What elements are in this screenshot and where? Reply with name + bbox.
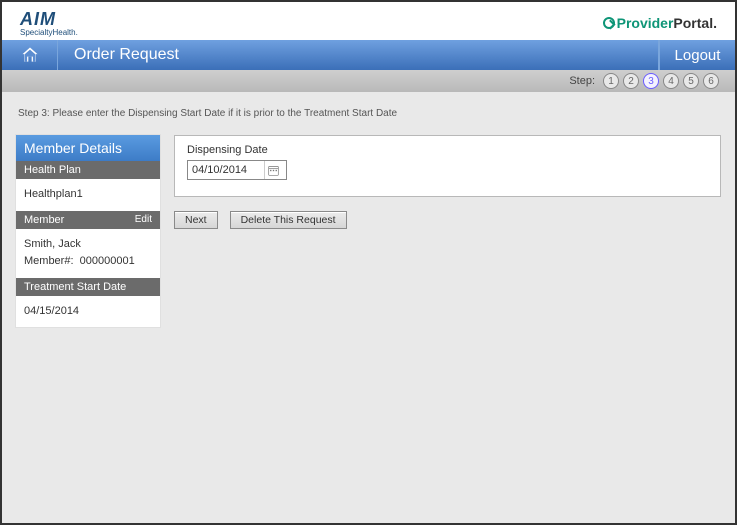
provider-portal-logo: ProviderPortal. xyxy=(603,15,717,31)
member-info: Smith, Jack Member#: 000000001 xyxy=(16,229,160,278)
dispensing-date-panel: Dispensing Date xyxy=(174,135,721,197)
member-number: Member#: 000000001 xyxy=(24,253,152,271)
step-label: Step: xyxy=(569,75,595,87)
dispensing-date-input[interactable] xyxy=(188,162,264,178)
member-header: Member Edit xyxy=(16,211,160,229)
home-icon xyxy=(20,45,40,65)
member-details-panel: Member Details Health Plan Healthplan1 M… xyxy=(16,135,160,327)
aim-logo-subtext: SpecialtyHealth. xyxy=(20,28,78,37)
aim-logo-text: AIM xyxy=(20,9,56,29)
edit-member-link[interactable]: Edit xyxy=(135,214,152,225)
step-5[interactable]: 5 xyxy=(683,73,699,89)
step-2[interactable]: 2 xyxy=(623,73,639,89)
treatment-start-value: 04/15/2014 xyxy=(16,296,160,328)
dispensing-date-field[interactable] xyxy=(187,160,287,180)
calendar-button[interactable] xyxy=(264,161,282,179)
health-plan-header: Health Plan xyxy=(16,161,160,179)
step-indicator: Step: 1 2 3 4 5 6 xyxy=(2,70,735,92)
member-details-title: Member Details xyxy=(16,135,160,161)
page-title: Order Request xyxy=(58,40,659,70)
aim-logo: AIM SpecialtyHealth. xyxy=(20,10,78,37)
step-3[interactable]: 3 xyxy=(643,73,659,89)
next-button[interactable]: Next xyxy=(174,211,218,229)
step-4[interactable]: 4 xyxy=(663,73,679,89)
dispensing-date-label: Dispensing Date xyxy=(187,144,708,156)
home-button[interactable] xyxy=(2,40,58,70)
member-name: Smith, Jack xyxy=(24,236,152,254)
step-1[interactable]: 1 xyxy=(603,73,619,89)
delete-request-button[interactable]: Delete This Request xyxy=(230,211,347,229)
treatment-start-header: Treatment Start Date xyxy=(16,278,160,296)
calendar-icon xyxy=(268,165,279,176)
health-plan-value: Healthplan1 xyxy=(16,179,160,211)
refresh-icon xyxy=(603,17,615,29)
logout-button[interactable]: Logout xyxy=(659,40,735,70)
step-instruction: Step 3: Please enter the Dispensing Star… xyxy=(18,108,719,119)
step-6[interactable]: 6 xyxy=(703,73,719,89)
